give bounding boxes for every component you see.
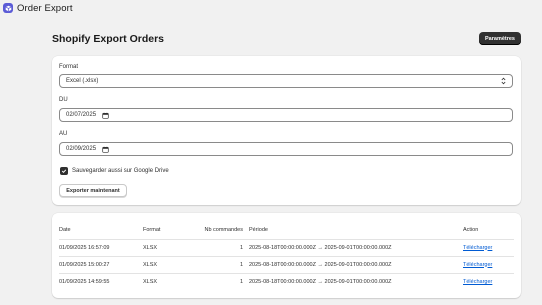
au-label: AU	[59, 131, 68, 137]
download-link[interactable]: Télécharger	[463, 262, 492, 268]
cell-count: 1	[187, 238, 249, 256]
format-select-value: Excel (.xlsx)	[66, 78, 99, 84]
format-select[interactable]: Excel (.xlsx)	[59, 74, 513, 88]
checkmark-icon	[61, 169, 67, 174]
du-label: DU	[59, 97, 68, 103]
au-date-value: 02/09/2025	[66, 146, 97, 152]
google-drive-checkbox-label: Sauvegarder aussi sur Google Drive	[72, 168, 169, 174]
au-date-input[interactable]: 02/09/2025	[59, 142, 513, 156]
cell-date: 01/09/2025 14:59:55	[59, 272, 143, 290]
export-history-table: Date Format Nb commandes Période Action …	[59, 222, 514, 290]
app-header: Order Export	[0, 0, 542, 16]
export-history-card: Date Format Nb commandes Période Action …	[52, 213, 521, 298]
calendar-icon[interactable]	[102, 112, 109, 119]
download-link[interactable]: Télécharger	[463, 245, 492, 251]
cell-period: 2025-08-18T00:00:00.000Z → 2025-09-01T00…	[249, 272, 463, 290]
cell-format: XLSX	[143, 272, 187, 290]
column-header-count: Nb commandes	[204, 227, 243, 234]
cell-format: XLSX	[143, 238, 187, 256]
table-row: 01/09/2025 16:57:09 XLSX 1 2025-08-18T00…	[59, 238, 514, 256]
cell-period: 2025-08-18T00:00:00.000Z → 2025-09-01T00…	[249, 238, 463, 256]
app-title: Order Export	[17, 2, 73, 14]
du-date-value: 02/07/2025	[66, 112, 97, 118]
column-header-action: Action	[463, 227, 479, 234]
export-form-card: Format Excel (.xlsx) DU 02/07/2025 AU 02…	[52, 56, 521, 205]
settings-button[interactable]: Paramètres	[479, 32, 521, 45]
google-drive-checkbox[interactable]	[60, 167, 68, 175]
download-link[interactable]: Télécharger	[463, 279, 492, 285]
table-row: 01/09/2025 14:59:55 XLSX 1 2025-08-18T00…	[59, 272, 514, 290]
format-label: Format	[59, 64, 79, 70]
du-date-input[interactable]: 02/07/2025	[59, 108, 513, 122]
column-header-period: Période	[249, 227, 268, 234]
cell-format: XLSX	[143, 255, 187, 273]
export-now-button[interactable]: Exporter maintenant	[59, 184, 127, 197]
column-header-format: Format	[143, 227, 161, 234]
cell-period: 2025-08-18T00:00:00.000Z → 2025-09-01T00…	[249, 255, 463, 273]
cell-date: 01/09/2025 15:00:27	[59, 255, 143, 273]
box-icon	[3, 3, 13, 13]
column-header-date: Date	[59, 227, 71, 234]
table-header-row: Date Format Nb commandes Période Action	[59, 222, 514, 239]
page-title: Shopify Export Orders	[52, 33, 165, 45]
cell-count: 1	[187, 272, 249, 290]
calendar-icon[interactable]	[102, 146, 109, 153]
cell-count: 1	[187, 255, 249, 273]
table-row: 01/09/2025 15:00:27 XLSX 1 2025-08-18T00…	[59, 255, 514, 273]
select-chevron-icon	[501, 77, 506, 85]
google-drive-option[interactable]: Sauvegarder aussi sur Google Drive	[60, 167, 169, 175]
cell-date: 01/09/2025 16:57:09	[59, 238, 143, 256]
